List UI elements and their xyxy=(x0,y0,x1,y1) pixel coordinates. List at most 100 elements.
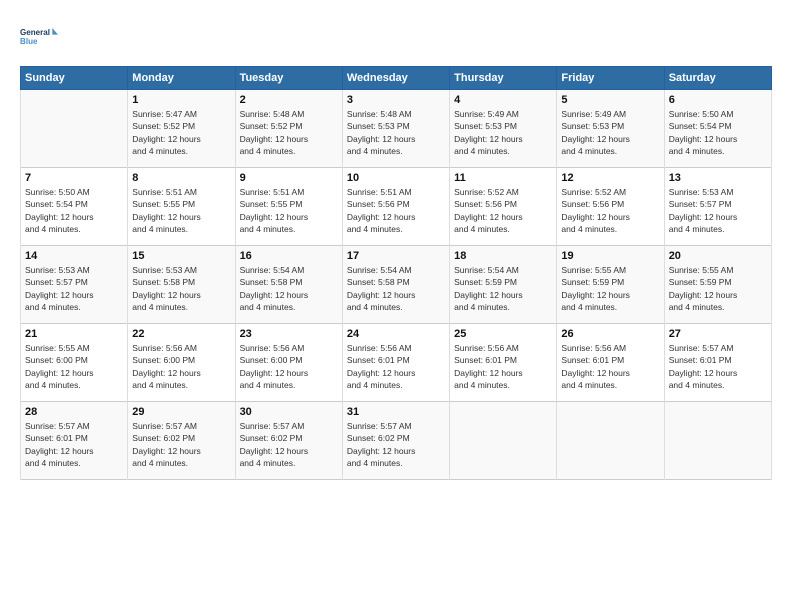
day-number: 6 xyxy=(669,94,767,106)
day-info: Sunrise: 5:51 AMSunset: 5:56 PMDaylight:… xyxy=(347,186,445,235)
day-number: 19 xyxy=(561,250,659,262)
day-number: 30 xyxy=(240,406,338,418)
day-info: Sunrise: 5:57 AMSunset: 6:02 PMDaylight:… xyxy=(132,420,230,469)
day-number: 17 xyxy=(347,250,445,262)
day-number: 4 xyxy=(454,94,552,106)
header-day-friday: Friday xyxy=(557,67,664,90)
calendar-page: General Blue SundayMondayTuesdayWednesda… xyxy=(0,0,792,612)
calendar-cell: 6Sunrise: 5:50 AMSunset: 5:54 PMDaylight… xyxy=(664,90,771,168)
calendar-cell: 12 Sunrise: 5:52 AMSunset: 5:56 PMDayligh… xyxy=(557,168,664,246)
day-info: Sunrise: 5:57 AMSunset: 6:02 PMDaylight:… xyxy=(240,420,338,469)
day-info: Sunrise: 5:47 AMSunset: 5:52 PMDaylight:… xyxy=(132,108,230,157)
calendar-cell: 19 Sunrise: 5:55 AMSunset: 5:59 PMDayligh… xyxy=(557,246,664,324)
day-number: 31 xyxy=(347,406,445,418)
logo: General Blue xyxy=(20,18,58,56)
header-day-sunday: Sunday xyxy=(21,67,128,90)
day-info: Sunrise: 5:55 AMSunset: 6:00 PMDaylight:… xyxy=(25,342,123,391)
calendar-cell: 25Sunrise: 5:56 AMSunset: 6:01 PMDayligh… xyxy=(450,324,557,402)
day-number: 10 xyxy=(347,172,445,184)
day-number: 22 xyxy=(132,328,230,340)
header-day-monday: Monday xyxy=(128,67,235,90)
day-number: 24 xyxy=(347,328,445,340)
day-info: Sunrise: 5:50 AMSunset: 5:54 PMDaylight:… xyxy=(25,186,123,235)
day-number: 25 xyxy=(454,328,552,340)
day-number: 3 xyxy=(347,94,445,106)
calendar-cell: 31 Sunrise: 5:57 AMSunset: 6:02 PMDayligh… xyxy=(342,402,449,480)
calendar-cell: 8Sunrise: 5:51 AMSunset: 5:55 PMDaylight… xyxy=(128,168,235,246)
calendar-cell: 14Sunrise: 5:53 AMSunset: 5:57 PMDayligh… xyxy=(21,246,128,324)
day-info: Sunrise: 5:55 AMSunset: 5:59 PMDaylight:… xyxy=(669,264,767,313)
day-number: 18 xyxy=(454,250,552,262)
calendar-cell: 27 Sunrise: 5:57 AMSunset: 6:01 PMDayligh… xyxy=(664,324,771,402)
day-number: 27 xyxy=(669,328,767,340)
day-info: Sunrise: 5:57 AMSunset: 6:02 PMDaylight:… xyxy=(347,420,445,469)
calendar-row: 1 Sunrise: 5:47 AMSunset: 5:52 PMDaylight… xyxy=(21,90,772,168)
calendar-cell: 26 Sunrise: 5:56 AMSunset: 6:01 PMDayligh… xyxy=(557,324,664,402)
calendar-cell: 21 Sunrise: 5:55 AMSunset: 6:00 PMDayligh… xyxy=(21,324,128,402)
calendar-cell: 30 Sunrise: 5:57 AMSunset: 6:02 PMDayligh… xyxy=(235,402,342,480)
day-number: 28 xyxy=(25,406,123,418)
day-info: Sunrise: 5:56 AMSunset: 6:01 PMDaylight:… xyxy=(561,342,659,391)
day-number: 5 xyxy=(561,94,659,106)
day-info: Sunrise: 5:55 AMSunset: 5:59 PMDaylight:… xyxy=(561,264,659,313)
svg-text:Blue: Blue xyxy=(20,37,38,46)
calendar-cell: 7 Sunrise: 5:50 AMSunset: 5:54 PMDaylight… xyxy=(21,168,128,246)
calendar-cell xyxy=(664,402,771,480)
day-info: Sunrise: 5:54 AMSunset: 5:59 PMDaylight:… xyxy=(454,264,552,313)
calendar-row: 7 Sunrise: 5:50 AMSunset: 5:54 PMDaylight… xyxy=(21,168,772,246)
day-number: 12 xyxy=(561,172,659,184)
calendar-cell: 18 Sunrise: 5:54 AMSunset: 5:59 PMDayligh… xyxy=(450,246,557,324)
day-number: 14 xyxy=(25,250,123,262)
day-number: 15 xyxy=(132,250,230,262)
calendar-row: 14Sunrise: 5:53 AMSunset: 5:57 PMDayligh… xyxy=(21,246,772,324)
calendar-cell: 17Sunrise: 5:54 AMSunset: 5:58 PMDayligh… xyxy=(342,246,449,324)
calendar-cell xyxy=(450,402,557,480)
day-number: 26 xyxy=(561,328,659,340)
calendar-cell: 3 Sunrise: 5:48 AMSunset: 5:53 PMDaylight… xyxy=(342,90,449,168)
day-info: Sunrise: 5:56 AMSunset: 6:00 PMDaylight:… xyxy=(240,342,338,391)
calendar-cell: 11 Sunrise: 5:52 AMSunset: 5:56 PMDayligh… xyxy=(450,168,557,246)
logo-svg: General Blue xyxy=(20,18,58,56)
day-number: 8 xyxy=(132,172,230,184)
day-info: Sunrise: 5:53 AMSunset: 5:58 PMDaylight:… xyxy=(132,264,230,313)
day-number: 11 xyxy=(454,172,552,184)
calendar-cell: 2Sunrise: 5:48 AMSunset: 5:52 PMDaylight… xyxy=(235,90,342,168)
calendar-cell: 9Sunrise: 5:51 AMSunset: 5:55 PMDaylight… xyxy=(235,168,342,246)
header-day-thursday: Thursday xyxy=(450,67,557,90)
header-day-tuesday: Tuesday xyxy=(235,67,342,90)
calendar-cell: 29Sunrise: 5:57 AMSunset: 6:02 PMDayligh… xyxy=(128,402,235,480)
calendar-row: 21 Sunrise: 5:55 AMSunset: 6:00 PMDayligh… xyxy=(21,324,772,402)
day-info: Sunrise: 5:57 AMSunset: 6:01 PMDaylight:… xyxy=(25,420,123,469)
calendar-row: 28 Sunrise: 5:57 AMSunset: 6:01 PMDayligh… xyxy=(21,402,772,480)
day-number: 1 xyxy=(132,94,230,106)
day-info: Sunrise: 5:52 AMSunset: 5:56 PMDaylight:… xyxy=(561,186,659,235)
day-info: Sunrise: 5:49 AMSunset: 5:53 PMDaylight:… xyxy=(561,108,659,157)
day-info: Sunrise: 5:57 AMSunset: 6:01 PMDaylight:… xyxy=(669,342,767,391)
header-row: SundayMondayTuesdayWednesdayThursdayFrid… xyxy=(21,67,772,90)
header-day-wednesday: Wednesday xyxy=(342,67,449,90)
calendar-cell xyxy=(21,90,128,168)
day-number: 20 xyxy=(669,250,767,262)
calendar-cell: 28 Sunrise: 5:57 AMSunset: 6:01 PMDayligh… xyxy=(21,402,128,480)
calendar-cell: 24Sunrise: 5:56 AMSunset: 6:01 PMDayligh… xyxy=(342,324,449,402)
day-info: Sunrise: 5:49 AMSunset: 5:53 PMDaylight:… xyxy=(454,108,552,157)
calendar-cell: 13Sunrise: 5:53 AMSunset: 5:57 PMDayligh… xyxy=(664,168,771,246)
day-info: Sunrise: 5:52 AMSunset: 5:56 PMDaylight:… xyxy=(454,186,552,235)
day-number: 13 xyxy=(669,172,767,184)
day-number: 2 xyxy=(240,94,338,106)
day-info: Sunrise: 5:48 AMSunset: 5:53 PMDaylight:… xyxy=(347,108,445,157)
calendar-cell: 10 Sunrise: 5:51 AMSunset: 5:56 PMDayligh… xyxy=(342,168,449,246)
calendar-cell xyxy=(557,402,664,480)
day-number: 21 xyxy=(25,328,123,340)
day-info: Sunrise: 5:54 AMSunset: 5:58 PMDaylight:… xyxy=(240,264,338,313)
calendar-table: SundayMondayTuesdayWednesdayThursdayFrid… xyxy=(20,66,772,480)
day-number: 23 xyxy=(240,328,338,340)
calendar-cell: 16Sunrise: 5:54 AMSunset: 5:58 PMDayligh… xyxy=(235,246,342,324)
calendar-cell: 1 Sunrise: 5:47 AMSunset: 5:52 PMDaylight… xyxy=(128,90,235,168)
day-number: 9 xyxy=(240,172,338,184)
page-header: General Blue xyxy=(20,18,772,56)
day-number: 7 xyxy=(25,172,123,184)
header-day-saturday: Saturday xyxy=(664,67,771,90)
calendar-cell: 15 Sunrise: 5:53 AMSunset: 5:58 PMDayligh… xyxy=(128,246,235,324)
svg-text:General: General xyxy=(20,28,50,37)
